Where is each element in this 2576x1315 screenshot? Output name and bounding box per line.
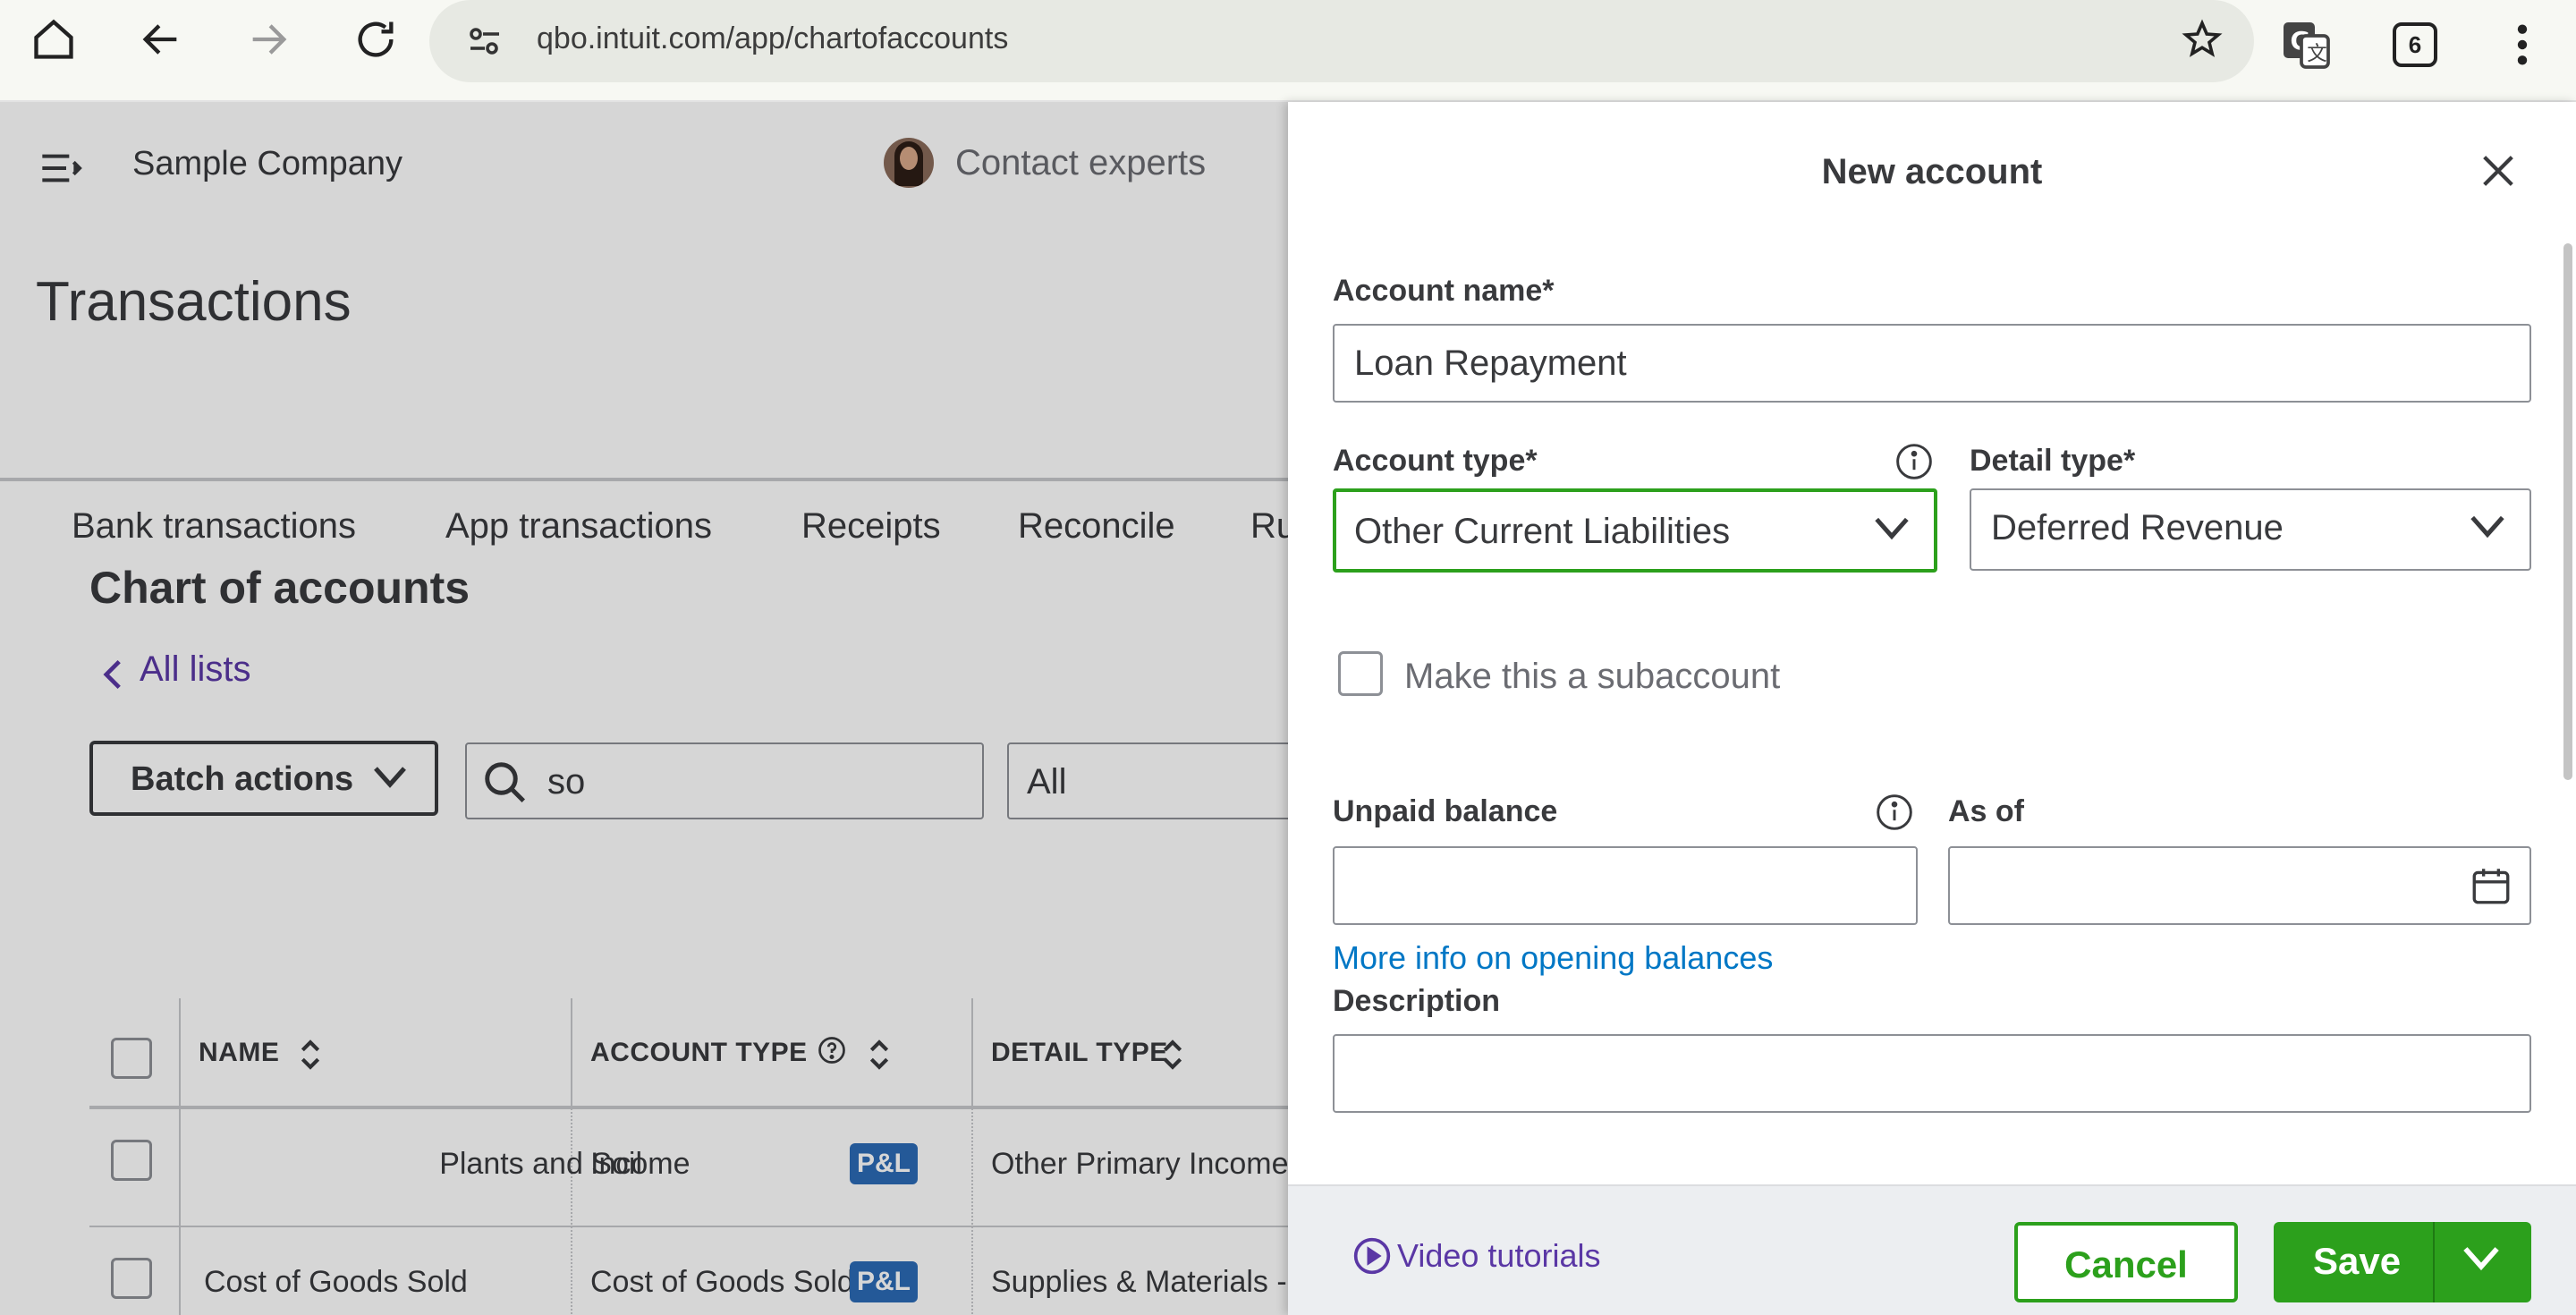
account-type-value: Other Current Liabilities	[1354, 512, 1731, 551]
cancel-button[interactable]: Cancel	[2014, 1222, 2238, 1302]
save-split-divider	[2433, 1222, 2435, 1302]
unpaid-balance-label: Unpaid balance	[1333, 794, 1558, 828]
detail-type-value: Deferred Revenue	[1991, 508, 2284, 547]
detail-type-label: Detail type*	[1970, 444, 2136, 478]
save-label: Save	[2313, 1240, 2402, 1282]
tab-count: 6	[2393, 22, 2437, 67]
browser-menu-icon[interactable]	[2490, 13, 2555, 77]
video-tutorials-link[interactable]: Video tutorials	[1352, 1236, 1600, 1276]
chevron-down-icon	[2469, 513, 2506, 545]
address-bar[interactable]: qbo.intuit.com/app/chartofaccounts	[429, 0, 2254, 82]
svg-text:文: 文	[2307, 43, 2327, 66]
as-of-date-input[interactable]	[1948, 846, 2531, 925]
save-button[interactable]: Save	[2274, 1222, 2531, 1302]
info-icon[interactable]	[1894, 442, 1932, 479]
chevron-down-icon	[1873, 515, 1911, 547]
account-name-value: Loan Repayment	[1354, 344, 1627, 383]
bookmark-star-icon[interactable]	[2181, 18, 2224, 65]
tab-switcher-button[interactable]: 6	[2383, 13, 2447, 77]
drawer-scrollbar[interactable]	[2563, 243, 2572, 780]
calendar-icon[interactable]	[2469, 862, 2513, 913]
account-name-label: Account name*	[1333, 274, 1555, 308]
unpaid-balance-input[interactable]	[1333, 846, 1918, 925]
translate-icon[interactable]: G文	[2274, 13, 2338, 77]
play-circle-icon	[1353, 1237, 1391, 1275]
close-icon[interactable]	[2478, 150, 2519, 196]
description-input[interactable]	[1333, 1034, 2531, 1113]
info-icon[interactable]	[1875, 793, 1912, 830]
back-icon[interactable]	[129, 7, 193, 72]
account-type-label: Account type*	[1333, 444, 1538, 478]
url-text: qbo.intuit.com/app/chartofaccounts	[537, 21, 1009, 55]
browser-toolbar: qbo.intuit.com/app/chartofaccounts G文 6	[0, 0, 2576, 102]
account-name-input[interactable]: Loan Repayment	[1333, 324, 2531, 403]
home-icon[interactable]	[21, 7, 86, 72]
as-of-label: As of	[1948, 794, 2024, 828]
drawer-title: New account	[1821, 152, 2043, 191]
save-options-chevron-icon[interactable]	[2462, 1243, 2501, 1278]
forward-icon[interactable]	[236, 7, 301, 72]
account-type-select[interactable]: Other Current Liabilities	[1333, 488, 1937, 573]
new-account-drawer: New account Account name* Loan Repayment…	[1288, 102, 2576, 1315]
drawer-footer: Video tutorials Cancel Save	[1288, 1184, 2576, 1315]
detail-type-select[interactable]: Deferred Revenue	[1970, 488, 2531, 571]
video-tutorials-label: Video tutorials	[1397, 1237, 1601, 1274]
reload-icon[interactable]	[343, 7, 408, 72]
opening-balances-link[interactable]: More info on opening balances	[1333, 939, 1773, 977]
cancel-label: Cancel	[2064, 1243, 2188, 1285]
subaccount-checkbox[interactable]	[1338, 651, 1383, 696]
description-label: Description	[1333, 984, 1501, 1018]
subaccount-label[interactable]: Make this a subaccount	[1404, 657, 1780, 697]
site-settings-icon[interactable]	[463, 20, 506, 67]
modal-overlay[interactable]	[0, 102, 1288, 1315]
